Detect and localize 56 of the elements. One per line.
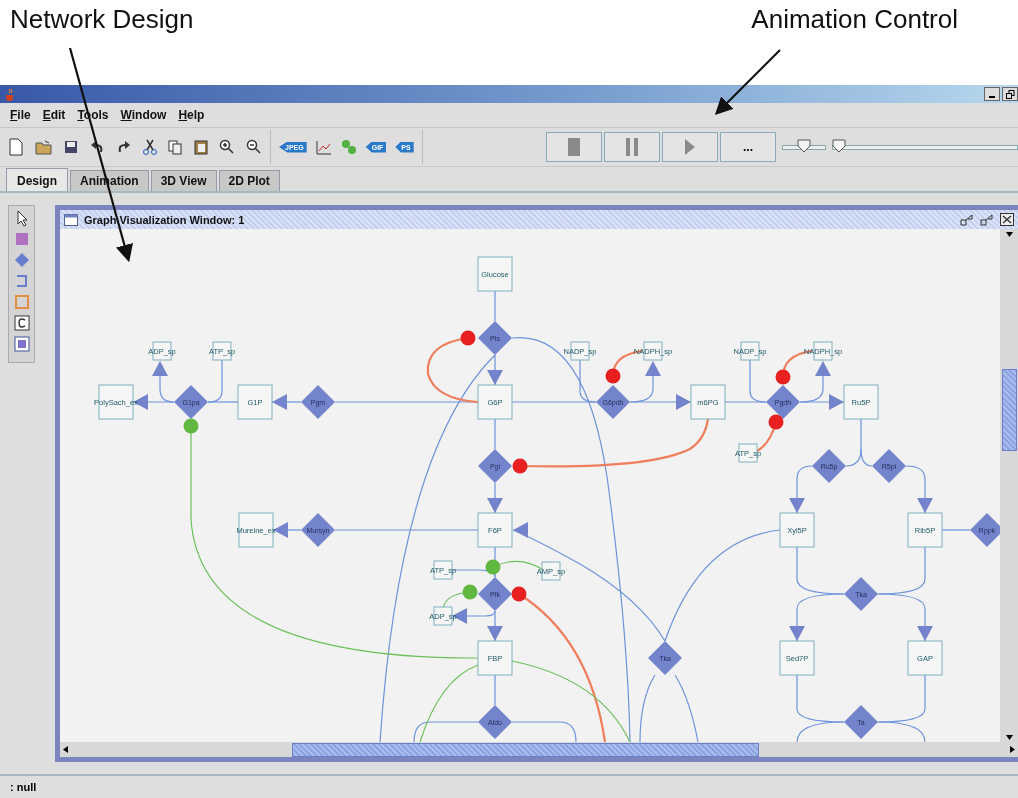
zoom-in-icon[interactable] xyxy=(219,139,235,155)
tab[interactable]: 3D View xyxy=(150,170,217,191)
modifier-dot[interactable] xyxy=(605,368,621,384)
block-icon[interactable] xyxy=(12,335,31,353)
paste-icon[interactable] xyxy=(194,139,208,155)
compartment-icon[interactable] xyxy=(12,314,31,332)
play-button[interactable] xyxy=(662,132,718,162)
scroll-thumb[interactable] xyxy=(292,742,759,757)
modifier-dot[interactable] xyxy=(511,586,527,602)
modifier-dot[interactable] xyxy=(485,559,501,575)
menu-item[interactable]: Window xyxy=(114,108,173,122)
arrowhead xyxy=(645,361,661,376)
open-folder-icon[interactable] xyxy=(35,139,53,155)
vertical-scrollbar[interactable] xyxy=(1000,229,1018,742)
modifier-dot[interactable] xyxy=(460,330,476,346)
slider-thumb[interactable] xyxy=(797,139,811,153)
menu-item[interactable]: Help xyxy=(172,108,211,122)
slider-thumb[interactable] xyxy=(832,139,846,153)
arrowhead xyxy=(815,361,831,376)
close-icon[interactable] xyxy=(1000,213,1014,226)
annotation-arrow xyxy=(714,49,781,116)
pause-button[interactable] xyxy=(604,132,660,162)
restore-button[interactable] xyxy=(1002,87,1018,101)
menu-item[interactable]: File xyxy=(4,108,37,122)
stop-button[interactable] xyxy=(546,132,602,162)
window-icon xyxy=(64,213,78,226)
modifier-dot[interactable] xyxy=(462,584,478,600)
restore-icon xyxy=(1005,89,1015,99)
annotation-label: Network Design xyxy=(10,4,194,35)
stop-icon xyxy=(568,138,580,156)
cup-icon xyxy=(4,87,16,101)
status-text: : null xyxy=(10,781,37,793)
tab[interactable]: 2D Plot xyxy=(218,170,280,191)
modifier-dot[interactable] xyxy=(512,458,528,474)
cut-icon[interactable] xyxy=(143,139,157,155)
scroll-thumb[interactable] xyxy=(1001,369,1017,451)
redo-icon[interactable] xyxy=(116,140,132,154)
new-file-icon[interactable] xyxy=(8,138,24,156)
window-title: Graph Visualization Window: 1 xyxy=(84,213,245,226)
more-button[interactable]: ... xyxy=(720,132,776,162)
undo-icon[interactable] xyxy=(89,140,105,154)
modifier-dot[interactable] xyxy=(768,414,784,430)
modifier-dot[interactable] xyxy=(775,369,791,385)
arrowhead xyxy=(152,361,168,376)
pause-icon xyxy=(626,138,638,156)
menu-item[interactable]: Edit xyxy=(36,108,72,122)
tab[interactable]: Design xyxy=(6,168,68,191)
horizontal-scrollbar[interactable] xyxy=(60,742,1018,757)
copy-icon[interactable] xyxy=(168,139,183,155)
annotation-label: Animation Control xyxy=(751,4,958,35)
zoom-out-icon[interactable] xyxy=(246,139,262,155)
save-icon[interactable] xyxy=(64,140,78,154)
play-icon xyxy=(685,139,695,155)
modifier-dot[interactable] xyxy=(183,418,199,434)
chart-icon[interactable] xyxy=(315,139,332,155)
minimize-button[interactable] xyxy=(984,87,1000,101)
